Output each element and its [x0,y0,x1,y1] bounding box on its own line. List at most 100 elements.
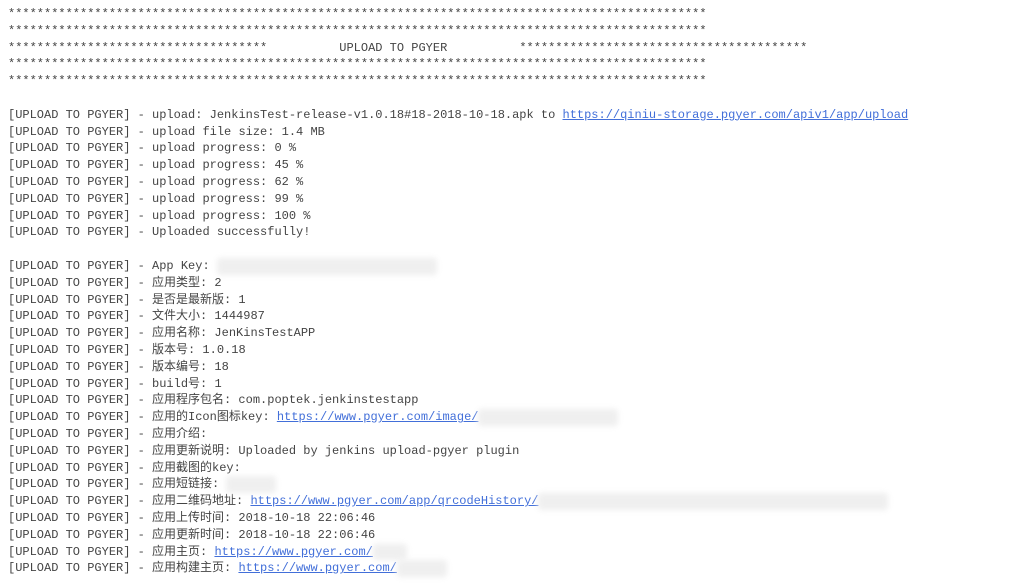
banner-stars-right: **************************************** [519,41,807,55]
log-text: 应用短链接: [152,477,226,491]
log-prefix: [UPLOAD TO PGYER] - [8,326,152,340]
log-prefix: [UPLOAD TO PGYER] - [8,494,152,508]
log-line: [UPLOAD TO PGYER] - upload progress: 45 … [8,157,1012,174]
log-prefix: [UPLOAD TO PGYER] - [8,545,152,559]
log-prefix: [UPLOAD TO PGYER] - [8,444,152,458]
log-line: [UPLOAD TO PGYER] - 应用截图的key: [8,460,1012,477]
log-line: [UPLOAD TO PGYER] - 应用类型: 2 [8,275,1012,292]
redacted-short-link: . [226,476,276,493]
log-prefix: [UPLOAD TO PGYER] - [8,192,152,206]
log-text: 应用截图的key: [152,461,241,475]
log-prefix: [UPLOAD TO PGYER] - [8,561,152,575]
log-prefix: [UPLOAD TO PGYER] - [8,293,152,307]
blank-line [8,90,1012,107]
log-prefix: [UPLOAD TO PGYER] - [8,410,152,424]
log-prefix: [UPLOAD TO PGYER] - [8,360,152,374]
log-line: [UPLOAD TO PGYER] - 应用构建主页: https://www.… [8,560,1012,577]
banner-title-row: ************************************ UPL… [8,40,1012,57]
log-line: [UPLOAD TO PGYER] - 版本编号: 18 [8,359,1012,376]
redacted-build-home: . [397,560,447,577]
log-prefix: [UPLOAD TO PGYER] - [8,259,152,273]
log-prefix: [UPLOAD TO PGYER] - [8,377,152,391]
log-line: [UPLOAD TO PGYER] - 应用介绍: [8,426,1012,443]
log-prefix: [UPLOAD TO PGYER] - [8,141,152,155]
banner-row: ****************************************… [8,56,1012,73]
log-prefix: [UPLOAD TO PGYER] - [8,209,152,223]
log-text: 应用主页: [152,545,214,559]
log-text: 应用更新时间: 2018-10-18 22:06:46 [152,528,375,542]
banner-row: ****************************************… [8,23,1012,40]
log-text: 版本号: 1.0.18 [152,343,246,357]
log-line: [UPLOAD TO PGYER] - build号: 1 [8,376,1012,393]
log-line: [UPLOAD TO PGYER] - 是否是最新版: 1 [8,292,1012,309]
log-text: 应用的Icon图标key: [152,410,277,424]
log-prefix: [UPLOAD TO PGYER] - [8,477,152,491]
log-line: [UPLOAD TO PGYER] - 应用程序包名: com.poptek.j… [8,392,1012,409]
icon-url-link[interactable]: https://www.pgyer.com/image/ [277,410,479,424]
log-text: 应用二维码地址: [152,494,250,508]
log-text: upload progress: 99 % [152,192,303,206]
log-text: 应用类型: 2 [152,276,222,290]
banner-stars-left: ************************************ [8,41,267,55]
log-line: [UPLOAD TO PGYER] - 应用二维码地址: https://www… [8,493,1012,510]
log-text: 应用名称: JenKinsTestAPP [152,326,315,340]
log-line: [UPLOAD TO PGYER] - upload progress: 0 % [8,140,1012,157]
log-line: [UPLOAD TO PGYER] - 文件大小: 1444987 [8,308,1012,325]
log-line: [UPLOAD TO PGYER] - upload progress: 62 … [8,174,1012,191]
banner-title: UPLOAD TO PGYER [339,41,447,55]
log-line: [UPLOAD TO PGYER] - 版本号: 1.0.18 [8,342,1012,359]
redacted-app-home: . [373,544,407,561]
blank-line [8,241,1012,258]
log-prefix: [UPLOAD TO PGYER] - [8,158,152,172]
log-prefix: [UPLOAD TO PGYER] - [8,108,152,122]
log-text: upload progress: 0 % [152,141,296,155]
log-prefix: [UPLOAD TO PGYER] - [8,461,152,475]
log-prefix: [UPLOAD TO PGYER] - [8,393,152,407]
log-prefix: [UPLOAD TO PGYER] - [8,427,152,441]
log-line: [UPLOAD TO PGYER] - App Key: . [8,258,1012,275]
log-prefix: [UPLOAD TO PGYER] - [8,511,152,525]
build-home-url-link[interactable]: https://www.pgyer.com/ [238,561,396,575]
log-line: [UPLOAD TO PGYER] - upload: JenkinsTest-… [8,107,1012,124]
log-text: build号: 1 [152,377,222,391]
log-prefix: [UPLOAD TO PGYER] - [8,343,152,357]
log-text: 应用介绍: [152,427,207,441]
banner-row: ****************************************… [8,6,1012,23]
log-text: 是否是最新版: 1 [152,293,246,307]
banner-row: ****************************************… [8,73,1012,90]
log-line: [UPLOAD TO PGYER] - 应用更新说明: Uploaded by … [8,443,1012,460]
log-text: 应用程序包名: com.poptek.jenkinstestapp [152,393,418,407]
log-line: [UPLOAD TO PGYER] - 应用更新时间: 2018-10-18 2… [8,527,1012,544]
log-text: upload progress: 62 % [152,175,303,189]
log-prefix: [UPLOAD TO PGYER] - [8,276,152,290]
console-output: ****************************************… [0,0,1020,583]
upload-url-link[interactable]: https://qiniu-storage.pgyer.com/apiv1/ap… [563,108,909,122]
log-text: 应用上传时间: 2018-10-18 22:06:46 [152,511,375,525]
log-prefix: [UPLOAD TO PGYER] - [8,528,152,542]
qrcode-url-link[interactable]: https://www.pgyer.com/app/qrcodeHistory/ [250,494,538,508]
log-prefix: [UPLOAD TO PGYER] - [8,309,152,323]
log-text: upload: JenkinsTest-release-v1.0.18#18-2… [152,108,562,122]
log-text: upload progress: 45 % [152,158,303,172]
log-line: [UPLOAD TO PGYER] - 应用主页: https://www.pg… [8,544,1012,561]
log-text: 版本编号: 18 [152,360,229,374]
log-line: [UPLOAD TO PGYER] - upload progress: 99 … [8,191,1012,208]
log-text: 应用更新说明: Uploaded by jenkins upload-pgyer… [152,444,519,458]
log-line: [UPLOAD TO PGYER] - 应用上传时间: 2018-10-18 2… [8,510,1012,527]
log-line: [UPLOAD TO PGYER] - 应用短链接: . [8,476,1012,493]
log-line: [UPLOAD TO PGYER] - upload file size: 1.… [8,124,1012,141]
log-text: 应用构建主页: [152,561,238,575]
log-line: [UPLOAD TO PGYER] - 应用名称: JenKinsTestAPP [8,325,1012,342]
log-line: [UPLOAD TO PGYER] - upload progress: 100… [8,208,1012,225]
log-prefix: [UPLOAD TO PGYER] - [8,225,152,239]
app-home-url-link[interactable]: https://www.pgyer.com/ [214,545,372,559]
log-text: upload progress: 100 % [152,209,310,223]
log-prefix: [UPLOAD TO PGYER] - [8,125,152,139]
redacted-qrcode-id: . [538,493,888,510]
log-text: App Key: [152,259,217,273]
log-line: [UPLOAD TO PGYER] - 应用的Icon图标key: https:… [8,409,1012,426]
redacted-icon-key: . [478,409,618,426]
log-line: [UPLOAD TO PGYER] - Uploaded successfull… [8,224,1012,241]
log-text: upload file size: 1.4 MB [152,125,325,139]
redacted-app-key: . [217,258,437,275]
